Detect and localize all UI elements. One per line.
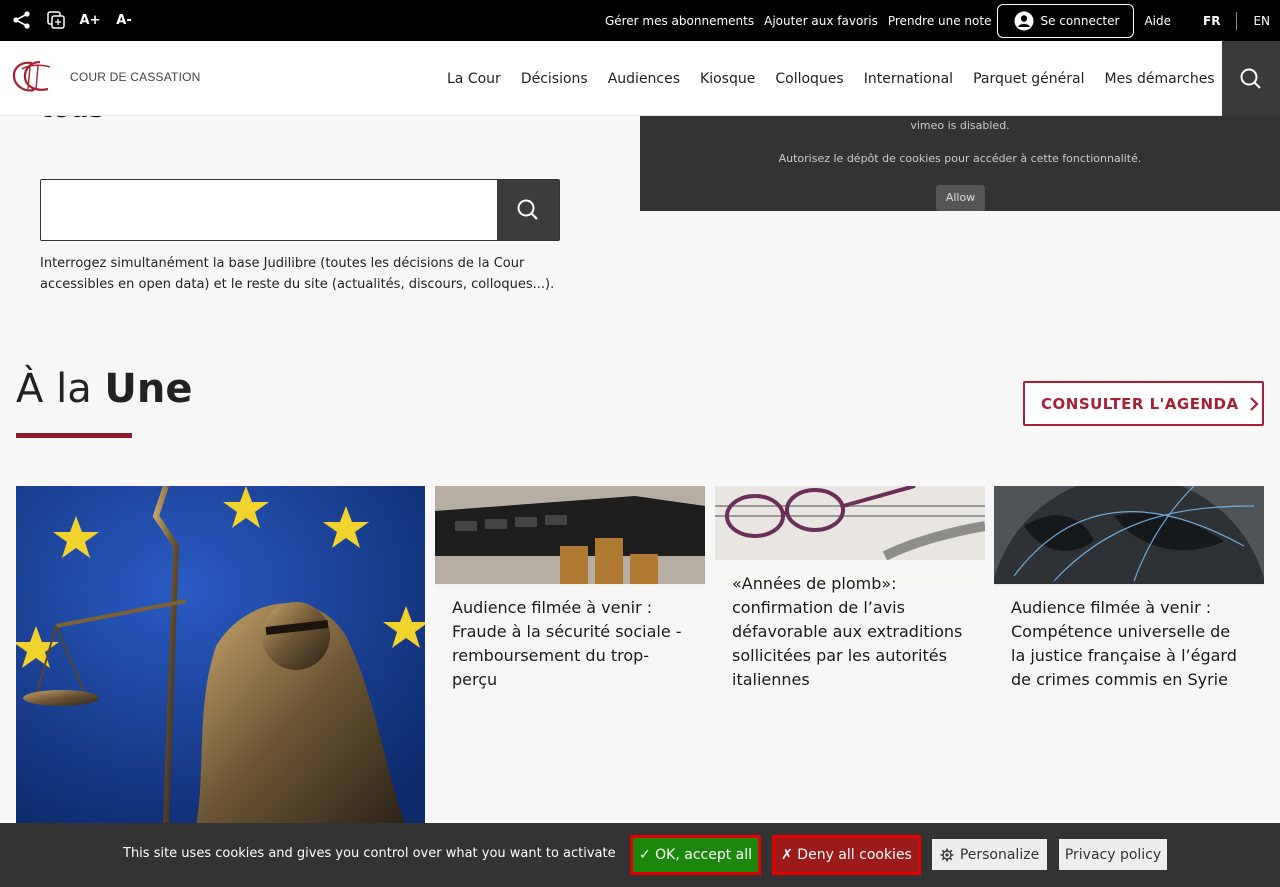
video-placeholder: vimeo is disabled. Autorisez le dépôt de…: [640, 116, 1280, 211]
top-toolbar: A+ A- Gérer mes abonnements Ajouter aux …: [0, 0, 1280, 41]
personalize-label: Personalize: [959, 846, 1040, 863]
video-allow-button[interactable]: Allow: [936, 185, 985, 211]
news-card-title: Audience filmée à venir : Fraude à la sé…: [435, 584, 705, 708]
login-label: Se connecter: [1040, 13, 1120, 28]
deny-all-cookies-button[interactable]: ✗ Deny all cookies: [772, 835, 921, 875]
manage-subscriptions-link[interactable]: Gérer mes abonnements: [605, 14, 754, 28]
section-title-light: À la: [16, 366, 92, 412]
lang-divider: [1236, 11, 1238, 30]
nav-item-mes-demarches[interactable]: Mes démarches: [1105, 71, 1215, 87]
site-search-input[interactable]: [40, 179, 560, 241]
cour-de-cassation-logo-icon: [12, 60, 51, 92]
font-increase-button[interactable]: A+: [78, 8, 102, 32]
nav-item-audiences[interactable]: Audiences: [608, 71, 680, 87]
search-help-text: Interrogez simultanément la base Judilib…: [40, 256, 555, 292]
accept-all-cookies-button[interactable]: ✓ OK, accept all: [630, 835, 761, 875]
add-favorites-link[interactable]: Ajouter aux favoris: [764, 14, 878, 28]
share-icon[interactable]: [10, 8, 34, 32]
take-note-link[interactable]: Prendre une note: [888, 14, 992, 28]
chevron-right-icon: [1249, 396, 1259, 411]
lang-en[interactable]: EN: [1253, 14, 1270, 28]
nav-item-colloques[interactable]: Colloques: [775, 71, 843, 87]
news-card[interactable]: Audience filmée à venir : Fraude à la sé…: [435, 486, 705, 708]
nav-item-international[interactable]: International: [864, 71, 953, 87]
header-search-button[interactable]: [1222, 41, 1280, 116]
nav-item-parquet-general[interactable]: Parquet général: [973, 71, 1084, 87]
news-card[interactable]: Audience filmée à venir : Compétence uni…: [994, 486, 1264, 708]
privacy-policy-button[interactable]: Privacy policy: [1059, 839, 1167, 870]
news-card-title: «Années de plomb»: confirmation de l’avi…: [715, 560, 985, 708]
news-card-title: Audience filmée à venir : Compétence uni…: [994, 584, 1264, 708]
search-icon: [517, 199, 538, 220]
user-icon: [1014, 11, 1034, 30]
top-links: Gérer mes abonnements Ajouter aux favori…: [595, 0, 1270, 41]
video-disabled-text: vimeo is disabled.: [910, 119, 1010, 132]
lang-fr[interactable]: FR: [1203, 14, 1220, 28]
video-consent-text: Autorisez le dépôt de cookies pour accéd…: [778, 152, 1142, 165]
section-title-bold: Une: [104, 366, 193, 412]
cookie-message: This site uses cookies and gives you con…: [123, 846, 616, 861]
font-decrease-button[interactable]: A-: [112, 8, 136, 32]
featured-card[interactable]: [16, 486, 425, 826]
nav-item-kiosque[interactable]: Kiosque: [700, 71, 755, 87]
cookie-banner: This site uses cookies and gives you con…: [0, 823, 1280, 887]
nav-item-decisions[interactable]: Décisions: [521, 71, 588, 87]
personalize-cookies-button[interactable]: Personalize: [932, 839, 1047, 870]
accessibility-tools: A+ A-: [10, 8, 136, 32]
coins-calculator-image: [435, 486, 705, 586]
section-title-underline: [16, 433, 132, 438]
search-submit-button[interactable]: [497, 180, 559, 240]
logo-text: COUR DE CASSATION: [70, 70, 201, 84]
gear-icon: [940, 848, 954, 861]
lady-justice-image: [16, 486, 425, 826]
login-button[interactable]: Se connecter: [997, 3, 1135, 38]
site-logo[interactable]: COUR DE CASSATION: [10, 59, 201, 95]
main-nav: La Cour Décisions Audiences Kiosque Coll…: [437, 41, 1225, 116]
section-title: À la Une: [16, 366, 193, 412]
news-card[interactable]: «Années de plomb»: confirmation de l’avi…: [715, 486, 985, 708]
search-icon: [1240, 68, 1261, 89]
copy-icon[interactable]: [44, 8, 68, 32]
main-header: COUR DE CASSATION La Cour Décisions Audi…: [0, 41, 1280, 116]
agenda-button[interactable]: CONSULTER L'AGENDA: [1023, 381, 1264, 426]
nav-item-la-cour[interactable]: La Cour: [447, 71, 501, 87]
help-link[interactable]: Aide: [1144, 14, 1171, 28]
agenda-label: CONSULTER L'AGENDA: [1041, 394, 1239, 413]
globe-network-image: [994, 486, 1264, 586]
